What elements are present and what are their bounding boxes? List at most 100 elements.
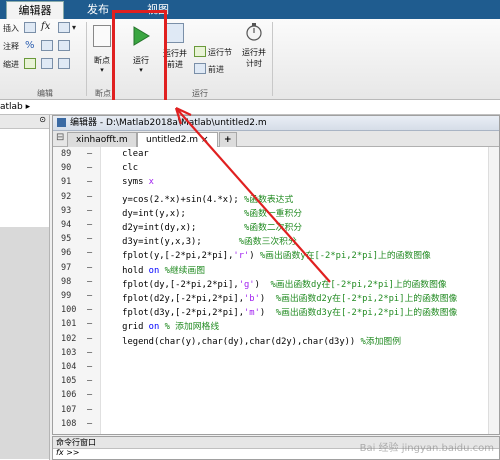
code-text: fplot(d2y,[-2*pi,2*pi], [101,294,244,304]
code-line[interactable]: fplot(y,[-2*pi,2*pi],'r') %画出函数y在[-2*pi,… [101,248,431,261]
code-string: 'b' [244,294,260,304]
comment-label[interactable]: 注释 [3,41,19,52]
code-text: ) [259,308,276,319]
run-and-time-line1: 运行并 [242,48,266,57]
tab-untitled2[interactable]: untitled2.m × [137,132,218,147]
code-area[interactable]: clear clc syms x y=cos(2.*x)+sin(4.*x); … [53,147,489,434]
run-and-time-button[interactable]: 运行并 计时 [240,23,268,69]
code-text: grid [101,322,149,333]
code-line[interactable]: d2y=int(dy,x); %函数二次积分 [101,220,302,233]
insert-label[interactable]: 插入 [3,23,19,34]
code-text: clear [101,149,149,159]
editor-titlebar: 编辑器 - D:\Matlab2018a\Matlab\untitled2.m [53,116,499,131]
code-text: y=cos(2.*x)+sin(4.*x); [101,194,244,205]
code-string: 'r' [233,251,250,262]
code-comment: %画出函数d3y在[-2*pi,2*pi]上的函数图像 [275,308,458,319]
panel-menu-icon[interactable]: ⊙ [39,115,46,124]
editor-window: 编辑器 - D:\Matlab2018a\Matlab\untitled2.m … [52,115,500,435]
tab-untitled2-label: untitled2.m [146,135,199,145]
highlight-box [112,10,167,107]
code-keyword: on [148,265,160,276]
tab-editor[interactable]: 编辑器 [6,1,64,20]
run-and-advance-icon [166,23,184,43]
indent-label[interactable]: 缩进 [3,59,19,70]
group-divider [86,22,87,96]
panel-header: ⊙ [0,115,49,129]
run-and-time-line2: 计时 [246,59,262,68]
increase-indent-icon[interactable] [41,58,53,69]
ribbon-tab-bar: 编辑器 发布 视图 [0,0,500,20]
function-dropdown-icon[interactable] [58,22,70,33]
current-folder-panel: ⊙ [0,115,50,460]
code-text: d2y=int(dy,x); [101,223,244,233]
edit-group-label: 编辑 [37,89,53,98]
breakpoints-label: 断点 [94,56,110,65]
code-line[interactable]: clc [101,163,138,173]
code-line[interactable]: d3y=int(y,x,3); %函数三次积分 [101,234,297,247]
code-line[interactable]: dy=int(y,x); %函数一重积分 [101,206,302,219]
watermark: Bai 经验 jingyan.baidu.com [359,443,494,454]
breakpoints-button[interactable]: 断点 ▾ [90,25,114,74]
panel-empty-area [0,227,49,459]
code-text: fplot(d3y,[-2*pi,2*pi], [101,308,244,319]
group-divider [272,22,273,96]
editor-tab-strip: ⊟ xinhaofft.m untitled2.m × + [53,131,499,147]
code-text: ) [249,251,260,262]
chevron-down-icon: ▾ [100,66,104,74]
code-comment: %继续画图 [164,265,206,276]
code-comment: %添加图例 [360,336,401,347]
code-line[interactable]: fplot(d3y,[-2*pi,2*pi],'m') %画出函数d3y在[-2… [101,305,457,318]
code-comment: %函数二次积分 [244,223,303,233]
collapse-icon[interactable]: ⊟ [56,132,64,143]
code-line[interactable]: syms x [101,177,154,187]
code-string: 'g' [238,279,255,290]
run-section-icon[interactable] [194,46,206,57]
code-text: clc [101,163,139,174]
code-text: ) [259,294,276,304]
wrap-comment-icon[interactable] [58,40,70,51]
editor-icon [57,118,66,127]
code-comment: %画出函数d2y在[-2*pi,2*pi]上的函数图像 [275,294,458,304]
smart-indent-icon[interactable] [24,58,36,69]
code-comment: %画出函数y在[-2*pi,2*pi]上的函数图像 [259,251,431,262]
code-line[interactable]: hold on %继续画图 [101,263,205,276]
current-folder-bar[interactable]: atlab ▸ [0,100,500,115]
code-comment: %画出函数dy在[-2*pi,2*pi]上的函数图像 [270,279,447,290]
code-line[interactable]: y=cos(2.*x)+sin(4.*x); %函数表达式 [101,192,293,205]
code-line[interactable]: grid on % 添加网格线 [101,319,219,332]
code-line[interactable]: fplot(dy,[-2*pi,2*pi],'g') %画出函数dy在[-2*p… [101,277,447,290]
new-tab-button[interactable]: + [219,132,237,147]
run-section-label[interactable]: 运行节 [208,47,232,58]
code-comment: % 添加网格线 [164,322,220,333]
fx-icon[interactable]: fx [41,21,50,32]
close-icon[interactable]: × [201,135,209,145]
code-text: ) [254,279,271,290]
code-line[interactable]: fplot(d2y,[-2*pi,2*pi],'b') %画出函数d2y在[-2… [101,291,457,304]
code-line[interactable]: clear [101,149,149,159]
code-keyword: on [148,322,160,333]
code-text: syms [101,177,149,188]
code-line[interactable]: legend(char(y),char(dy),char(d2y),char(d… [101,334,401,347]
chevron-down-icon[interactable]: ▾ [72,23,76,32]
percent-icon[interactable]: % [25,40,35,51]
stopwatch-icon [246,23,262,41]
tab-xinhaofft[interactable]: xinhaofft.m [67,132,137,147]
advance-icon[interactable] [194,63,206,74]
uncomment-icon[interactable] [41,40,53,51]
run-group-label: 运行 [192,89,208,98]
decrease-indent-icon[interactable] [58,58,70,69]
advance-label[interactable]: 前进 [208,64,224,75]
code-text: dy=int(y,x); [101,208,244,219]
breakpoints-icon [93,25,111,47]
code-string: 'm' [244,308,260,319]
code-string: x [148,177,154,188]
code-text: fplot(dy,[-2*pi,2*pi], [101,279,239,290]
code-comment: %函数一重积分 [244,208,303,219]
code-text: fplot(y,[-2*pi,2*pi], [101,251,234,262]
insert-icon[interactable] [24,22,36,33]
code-text: legend(char(y),char(dy),char(d2y),char(d… [101,336,361,347]
current-folder-path[interactable]: atlab ▸ [0,102,30,112]
vertical-scrollbar[interactable] [488,147,499,434]
command-prompt[interactable]: fx >> [56,448,80,457]
code-comment: %函数表达式 [244,194,294,205]
